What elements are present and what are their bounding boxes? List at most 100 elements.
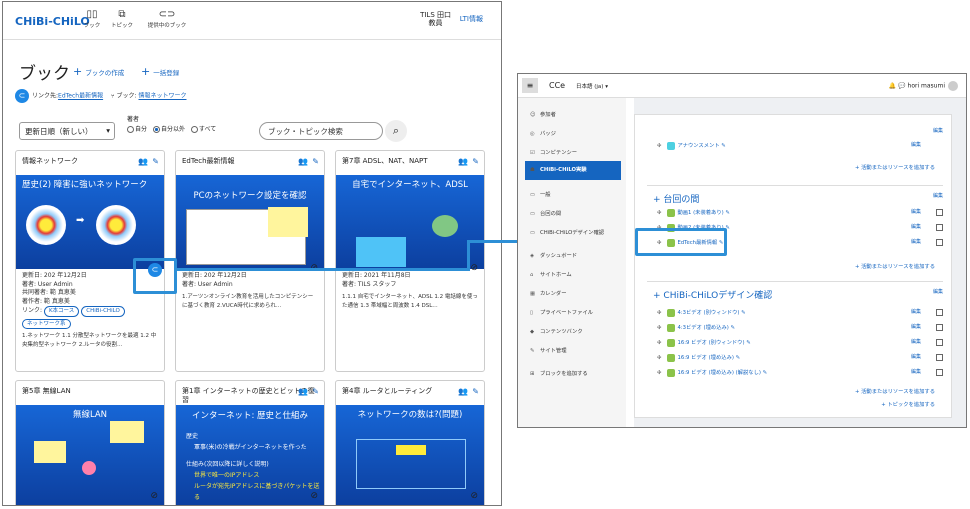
unlink-icon[interactable]: ⊘ bbox=[470, 263, 478, 273]
card-thumbnail[interactable]: 歴史(2) 障害に強いネットワーク ➡ bbox=[16, 175, 164, 269]
sidebar-item[interactable]: ☺ 参加者 bbox=[525, 106, 621, 125]
book-target[interactable]: 情報ネットワーク bbox=[138, 93, 186, 100]
sidebar-item[interactable]: ▦ カレンダー bbox=[525, 285, 621, 304]
bell-icon[interactable]: 🔔 bbox=[889, 83, 896, 90]
user-info[interactable]: TILS 田口 教員 bbox=[420, 11, 451, 27]
activity-label[interactable]: 16:9 ビデオ (別ウィンドウ) bbox=[677, 340, 744, 346]
users-icon[interactable]: 👥 bbox=[458, 157, 468, 166]
move-icon[interactable]: ✢ bbox=[657, 370, 661, 376]
activity-announcements[interactable]: ✢ アナウンスメント ✎ 編集 bbox=[657, 141, 947, 152]
activity-label[interactable]: 4:3ビデオ (埋め込み) bbox=[677, 325, 728, 331]
nav-shared-books[interactable]: ⊂⊃ 提供中のブック bbox=[143, 9, 191, 29]
edit-pencil-icon[interactable]: ✎ bbox=[312, 387, 319, 396]
edit-menu[interactable]: 編集 bbox=[911, 238, 921, 245]
search-icon[interactable]: ⌕ bbox=[385, 120, 407, 142]
activity-row[interactable]: ✢ 4:3ビデオ (別ウィンドウ) ✎ 編集 bbox=[657, 308, 947, 319]
add-activity-link[interactable]: + 活動またはリソースを追加する bbox=[855, 163, 935, 171]
activity-label[interactable]: 4:3ビデオ (別ウィンドウ) bbox=[677, 310, 739, 316]
edit-menu[interactable]: 編集 bbox=[911, 308, 921, 315]
nav-topic[interactable]: ⧉ トピック bbox=[105, 9, 139, 29]
tag[interactable]: K本コース bbox=[43, 306, 80, 317]
sidebar-item[interactable]: ⊞ ブロックを追加する bbox=[525, 365, 621, 384]
tag[interactable]: ネットワーク系 bbox=[22, 318, 71, 329]
radio-own[interactable] bbox=[127, 126, 134, 133]
completion-checkbox[interactable] bbox=[936, 369, 943, 376]
avatar[interactable] bbox=[948, 81, 958, 91]
section-title[interactable]: + CHiBi-CHiLOデザイン確認 bbox=[647, 282, 943, 301]
move-icon[interactable]: ✢ bbox=[657, 210, 661, 216]
site-name[interactable]: CCe bbox=[549, 81, 565, 90]
card-thumbnail[interactable]: インターネット: 歴史と仕組み 歴史 軍事(米)の冷戦がインターネットを作った … bbox=[176, 405, 324, 505]
sidebar-item[interactable]: ▭ 一般 bbox=[525, 186, 621, 205]
edit-menu[interactable]: 編集 bbox=[911, 223, 921, 230]
sidebar-item[interactable]: ◆ コンテンツバンク bbox=[525, 323, 621, 342]
card-thumbnail[interactable]: ネットワークの数は?(問題) bbox=[336, 405, 484, 505]
edit-menu[interactable]: 編集 bbox=[911, 353, 921, 360]
completion-checkbox[interactable] bbox=[936, 224, 943, 231]
chain-link-icon[interactable]: ⊂ bbox=[148, 263, 162, 277]
radio-others[interactable] bbox=[152, 126, 160, 133]
unlink-icon[interactable]: ⊘ bbox=[310, 491, 318, 501]
book-card[interactable]: 第5章 無線LAN 無線LAN ⊘ bbox=[15, 380, 165, 505]
book-card[interactable]: EdTech最新情報 👥 ✎ PCのネットワーク設定を確認 更新日: 202 年1… bbox=[175, 150, 325, 372]
sidebar-item[interactable]: ▭ 台回の間 bbox=[525, 205, 621, 224]
sidebar-item[interactable]: ◈ ダッシュボード bbox=[525, 247, 621, 266]
move-icon[interactable]: ✢ bbox=[657, 310, 661, 316]
sidebar-item[interactable]: ⌂ サイトホーム bbox=[525, 266, 621, 285]
card-title[interactable]: 第5章 無線LAN bbox=[16, 381, 164, 405]
add-activity-link[interactable]: + 活動またはリソースを追加する bbox=[855, 387, 935, 395]
activity-label[interactable]: アナウンスメント bbox=[677, 143, 719, 149]
lti-info-link[interactable]: LTI情報 bbox=[460, 14, 483, 24]
unlink-icon[interactable]: ⊘ bbox=[470, 491, 478, 501]
activity-row[interactable]: ✢ 16:9 ビデオ (埋め込み) (解説なし) ✎ 編集 bbox=[657, 368, 947, 379]
activity-row[interactable]: ✢ 16:9 ビデオ (別ウィンドウ) ✎ 編集 bbox=[657, 338, 947, 349]
activity-label[interactable]: 動画1 (未装着あり) bbox=[677, 210, 723, 216]
sidebar-item[interactable]: ▯ プライベートファイル bbox=[525, 304, 621, 323]
edit-menu[interactable]: 編集 bbox=[911, 141, 921, 148]
completion-checkbox[interactable] bbox=[936, 354, 943, 361]
book-card[interactable]: 第7章 ADSL、NAT、NAPT 👥 ✎ 自宅でインターネット、ADSL 更新日… bbox=[335, 150, 485, 372]
user-menu[interactable]: 🔔 💬 hori masumi bbox=[889, 81, 958, 91]
sort-select[interactable]: 更新日順（新しい） bbox=[19, 122, 115, 140]
edit-menu[interactable]: 編集 bbox=[933, 192, 943, 199]
sidebar-item[interactable]: ◎ バッジ bbox=[525, 125, 621, 144]
users-icon[interactable]: 👥 bbox=[298, 157, 308, 166]
users-icon[interactable]: 👥 bbox=[458, 387, 468, 396]
chat-icon[interactable]: 💬 bbox=[898, 83, 905, 90]
completion-checkbox[interactable] bbox=[936, 324, 943, 331]
edit-menu[interactable]: 編集 bbox=[933, 127, 943, 134]
radio-all[interactable] bbox=[190, 126, 198, 133]
activity-row[interactable]: ✢ 16:9 ビデオ (埋め込み) ✎ 編集 bbox=[657, 353, 947, 364]
move-icon[interactable]: ✢ bbox=[657, 355, 661, 361]
activity-label[interactable]: 16:9 ビデオ (埋め込み) bbox=[677, 355, 733, 361]
language-select[interactable]: 日本語 (ja) ▾ bbox=[576, 82, 608, 90]
section-title[interactable]: + 台回の間 bbox=[647, 186, 943, 205]
menu-icon[interactable]: ≡ bbox=[522, 78, 538, 93]
edit-pencil-icon[interactable]: ✎ bbox=[312, 157, 319, 166]
add-activity-link[interactable]: + 活動またはリソースを追加する bbox=[855, 262, 935, 270]
unlink-icon[interactable]: ⊘ bbox=[150, 491, 158, 501]
activity-label[interactable]: 16:9 ビデオ (埋め込み) (解説なし) bbox=[677, 370, 760, 376]
edit-menu[interactable]: 編集 bbox=[911, 338, 921, 345]
book-card[interactable]: 第4章 ルータとルーティング 👥 ✎ ネットワークの数は?(問題) ⊘ bbox=[335, 380, 485, 505]
search-input[interactable]: ブック・トピック検索 bbox=[259, 122, 383, 140]
add-topic-link[interactable]: + トピックを追加する bbox=[881, 400, 935, 408]
create-book-button[interactable]: + ブックの作成 bbox=[73, 65, 124, 78]
completion-checkbox[interactable] bbox=[936, 309, 943, 316]
activity-row[interactable]: ✢ 動画1 (未装着あり) ✎ 編集 bbox=[657, 208, 947, 219]
card-thumbnail[interactable]: 無線LAN bbox=[16, 405, 164, 505]
activity-row[interactable]: ✢ 4:3ビデオ (埋め込み) ✎ 編集 bbox=[657, 323, 947, 334]
completion-checkbox[interactable] bbox=[936, 339, 943, 346]
nav-book[interactable]: ▯▯ ブック bbox=[75, 9, 109, 29]
users-icon[interactable]: 👥 bbox=[298, 387, 308, 396]
sidebar-item[interactable]: ▭ CHiBi-CHiLOデザイン確認 bbox=[525, 224, 621, 243]
edit-menu[interactable]: 編集 bbox=[933, 288, 943, 295]
book-card[interactable]: 第1章 インターネットの歴史とビットの復習 👥 ✎ インターネット: 歴史と仕組み… bbox=[175, 380, 325, 505]
move-icon[interactable]: ✢ bbox=[657, 143, 661, 149]
move-icon[interactable]: ✢ bbox=[657, 325, 661, 331]
move-icon[interactable]: ✢ bbox=[657, 340, 661, 346]
edit-pencil-icon[interactable]: ✎ bbox=[472, 157, 479, 166]
sidebar-item[interactable]: ☗ CHiBi-CHiLO実験 bbox=[525, 161, 621, 180]
sidebar-item[interactable]: ✎ サイト管理 bbox=[525, 342, 621, 361]
tag[interactable]: CHiBi-CHiLO bbox=[81, 306, 125, 317]
